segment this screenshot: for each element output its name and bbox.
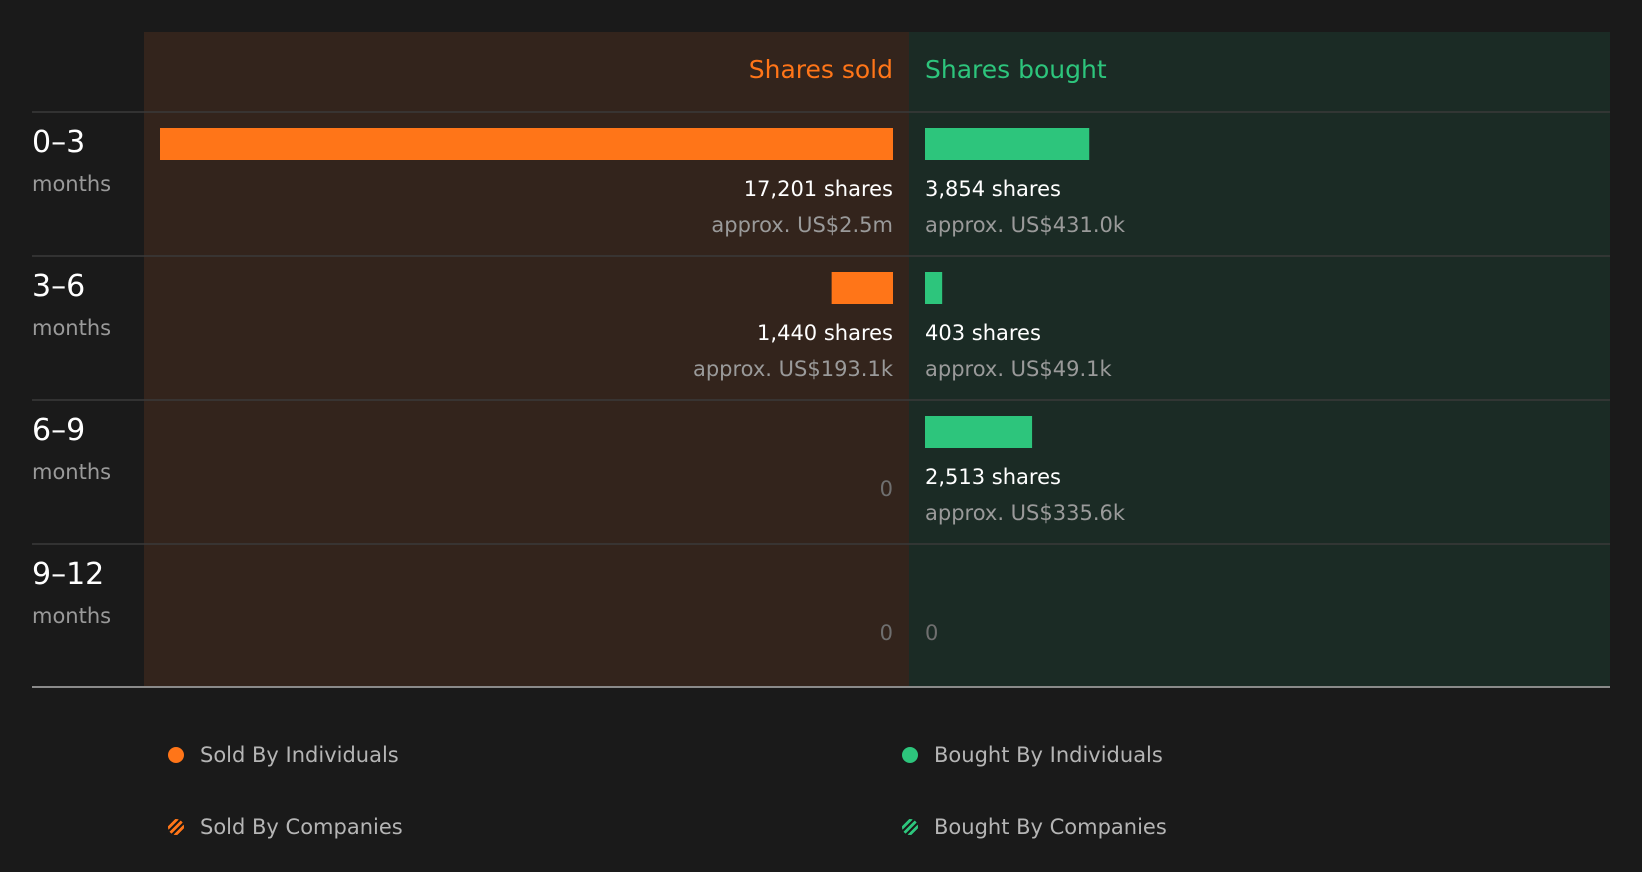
bought-value-label: approx. US$431.0k <box>925 213 1126 237</box>
period-unit-label: months <box>32 460 111 484</box>
insider-trading-chart: Shares sold Shares bought 0–3 months 17,20… <box>32 32 1610 688</box>
period-unit-label: months <box>32 604 111 628</box>
period-label: 0–3 <box>32 125 85 160</box>
sold-value-label: approx. US$2.5m <box>711 213 893 237</box>
bought-value-label: approx. US$335.6k <box>925 501 1126 525</box>
bought-shares-label: 2,513 shares <box>925 465 1061 489</box>
bought-value-label: approx. US$49.1k <box>925 357 1113 381</box>
bought-bar[interactable] <box>925 416 1033 448</box>
period-label: 9–12 <box>32 557 104 592</box>
period-label: 6–9 <box>32 413 85 448</box>
period-unit-label: months <box>32 316 111 340</box>
bought-bar[interactable] <box>925 272 943 304</box>
sold-shares-label: 1,440 shares <box>757 321 893 345</box>
bought-shares-label: 3,854 shares <box>925 177 1061 201</box>
sold-zero-label: 0 <box>880 621 893 645</box>
sold-zero-label: 0 <box>880 477 893 501</box>
sold-value-label: approx. US$193.1k <box>693 357 894 381</box>
bought-bar[interactable] <box>925 128 1090 160</box>
period-label: 3–6 <box>32 269 85 304</box>
sold-column-header: Shares sold <box>749 55 893 84</box>
sold-bar[interactable] <box>160 128 893 160</box>
bought-shares-label: 403 shares <box>925 321 1041 345</box>
bought-column-header: Shares bought <box>925 55 1107 84</box>
period-unit-label: months <box>32 172 111 196</box>
sold-shares-label: 17,201 shares <box>744 177 893 201</box>
bought-zero-label: 0 <box>925 621 938 645</box>
sold-bar[interactable] <box>831 272 893 304</box>
